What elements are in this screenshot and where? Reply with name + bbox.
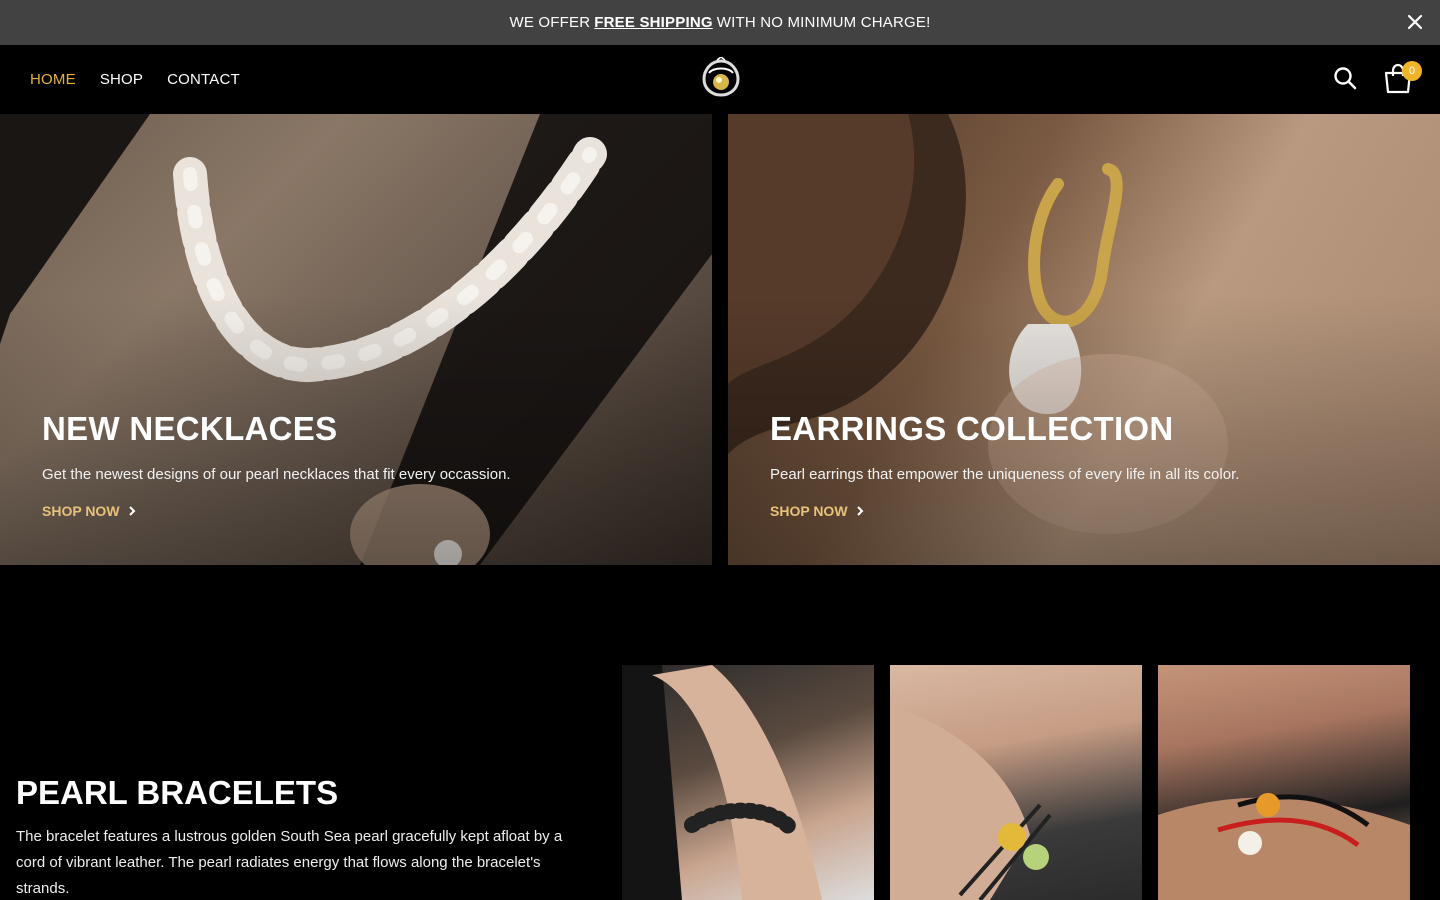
earrings-banner[interactable]: EARRINGS COLLECTION Pearl earrings that … [728, 114, 1440, 565]
chevron-right-icon [856, 506, 863, 516]
chevron-right-icon [128, 506, 135, 516]
brand-logo[interactable] [700, 57, 742, 101]
site-header: HOME SHOP CONTACT 0 [0, 45, 1440, 114]
shop-now-label: SHOP NOW [42, 503, 120, 519]
section-description: The bracelet features a lustrous golden … [16, 828, 563, 897]
earrings-banner-text: EARRINGS COLLECTION Pearl earrings that … [770, 410, 1239, 521]
bracelet-photo [622, 665, 822, 900]
announcement-bar: WE OFFER FREE SHIPPING WITH NO MINIMUM C… [0, 0, 1440, 45]
shop-now-label: SHOP NOW [770, 503, 848, 519]
free-shipping-link[interactable]: FREE SHIPPING [594, 14, 712, 31]
shop-now-link[interactable]: SHOP NOW [42, 503, 136, 519]
bracelet-photo [890, 705, 1052, 900]
banner-description: Get the newest designs of our pearl neck… [42, 466, 511, 483]
shop-now-link[interactable]: SHOP NOW [770, 503, 864, 519]
banner-title: EARRINGS COLLECTION [770, 410, 1174, 447]
nav-item-shop[interactable]: SHOP [100, 71, 143, 88]
main-nav: HOME SHOP CONTACT [30, 45, 240, 114]
section-title: PEARL BRACELETS [16, 774, 339, 811]
announcement-prefix: WE OFFER [509, 14, 591, 31]
close-icon[interactable] [1404, 11, 1426, 33]
announcement-suffix: WITH NO MINIMUM CHARGE! [716, 14, 931, 31]
bracelet-image-2[interactable] [890, 665, 1142, 900]
cart-count-badge: 0 [1402, 61, 1422, 81]
nav-item-contact[interactable]: CONTACT [167, 71, 240, 88]
necklaces-banner-text: NEW NECKLACES Get the newest designs of … [42, 410, 511, 521]
necklaces-banner[interactable]: NEW NECKLACES Get the newest designs of … [0, 114, 712, 565]
search-icon[interactable] [1332, 65, 1358, 91]
bracelet-image-1[interactable] [622, 665, 874, 900]
nav-item-home[interactable]: HOME [30, 71, 76, 88]
bracelet-photo [1158, 793, 1410, 900]
banner-title: NEW NECKLACES [42, 410, 338, 447]
bracelet-image-3[interactable] [1158, 665, 1410, 900]
banner-description: Pearl earrings that empower the uniquene… [770, 466, 1240, 483]
